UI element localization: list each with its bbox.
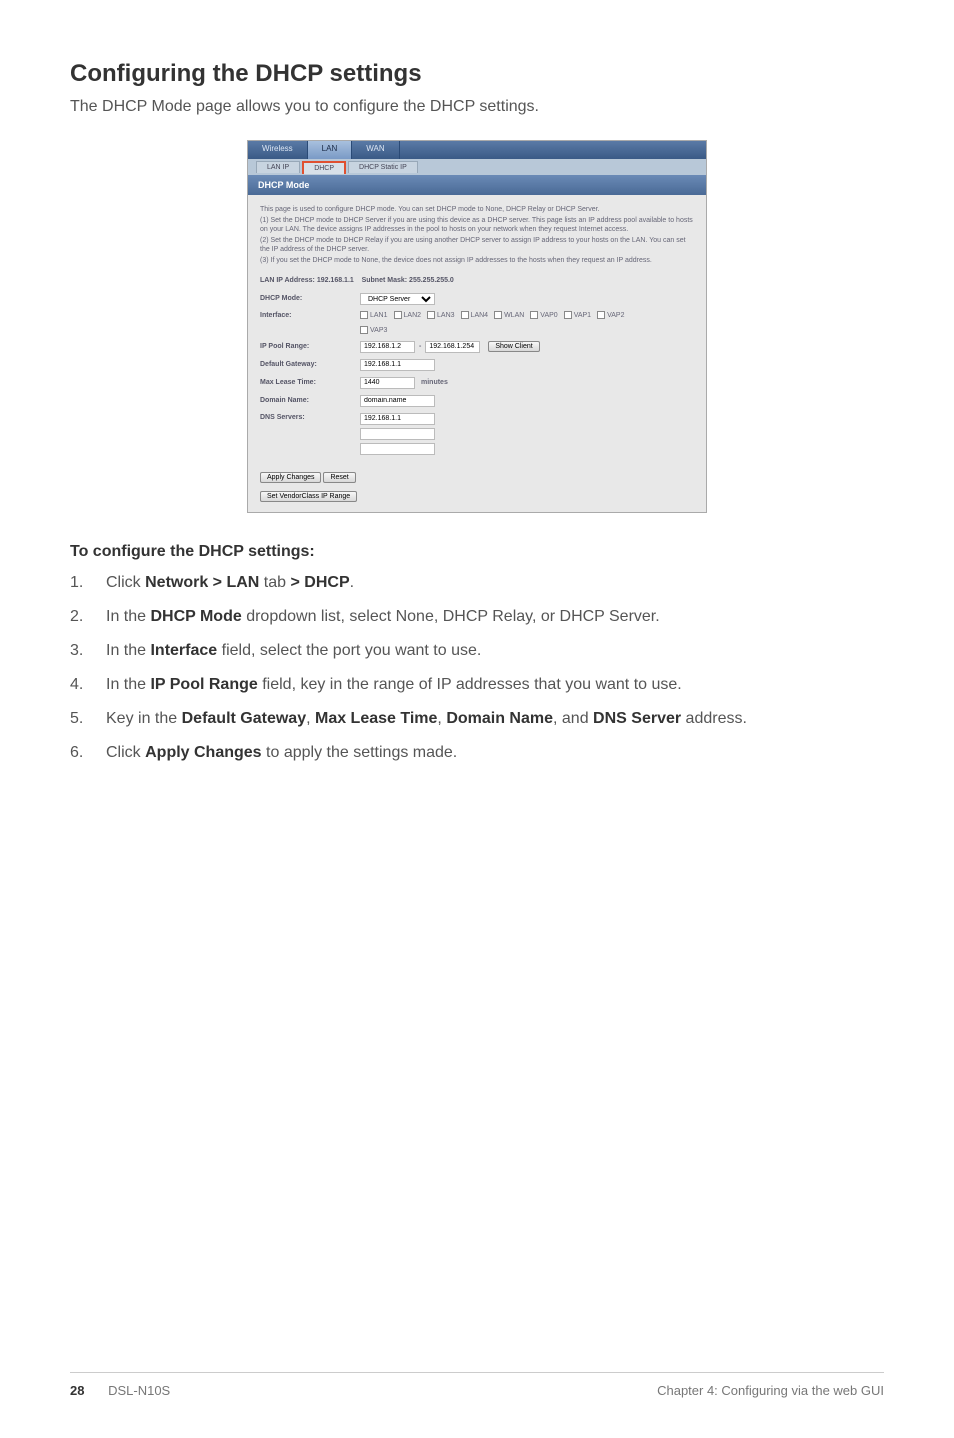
pool-dash: -: [419, 342, 421, 351]
input-dns-1[interactable]: [360, 413, 435, 425]
step-text-5: Key in the Default Gateway, Max Lease Ti…: [106, 707, 884, 731]
desc-3: (2) Set the DHCP mode to DHCP Relay if y…: [260, 236, 694, 254]
cb-lan4[interactable]: LAN4: [461, 311, 489, 320]
sub-tabs: LAN IP DHCP DHCP Static IP: [248, 159, 706, 175]
lan-ip-value: 192.168.1.1: [317, 277, 354, 284]
step-6: 6. Click Apply Changes to apply the sett…: [70, 741, 884, 765]
label-gateway: Default Gateway:: [260, 360, 360, 369]
cb-vap1[interactable]: VAP1: [564, 311, 591, 320]
cb-lan2[interactable]: LAN2: [394, 311, 422, 320]
step-num-4: 4.: [70, 673, 106, 697]
step-text-2: In the DHCP Mode dropdown list, select N…: [106, 605, 884, 629]
input-lease[interactable]: [360, 377, 415, 389]
label-domain: Domain Name:: [260, 396, 360, 405]
footer-model: DSL-N10S: [108, 1383, 170, 1398]
step-text-6: Click Apply Changes to apply the setting…: [106, 741, 884, 765]
row-interface: Interface: LAN1 LAN2 LAN3 LAN4 WLAN VAP0…: [260, 311, 694, 335]
desc-1: This page is used to configure DHCP mode…: [260, 205, 694, 214]
tab-wan[interactable]: WAN: [352, 141, 399, 159]
label-ip-pool: IP Pool Range:: [260, 342, 360, 351]
panel-body: This page is used to configure DHCP mode…: [248, 195, 706, 512]
lan-ip-label: LAN IP Address:: [260, 277, 315, 284]
step-text-3: In the Interface field, select the port …: [106, 639, 884, 663]
tab-wireless[interactable]: Wireless: [248, 141, 308, 159]
label-dns: DNS Servers:: [260, 413, 360, 422]
input-pool-to[interactable]: [425, 341, 480, 353]
step-text-4: In the IP Pool Range field, key in the r…: [106, 673, 884, 697]
row-ip-pool: IP Pool Range: - Show Client: [260, 341, 694, 353]
cb-lan1[interactable]: LAN1: [360, 311, 388, 320]
subtab-lanip[interactable]: LAN IP: [256, 161, 300, 173]
reset-button[interactable]: Reset: [323, 472, 355, 483]
panel-title: DHCP Mode: [248, 175, 706, 195]
subnet-label: Subnet Mask:: [362, 277, 408, 284]
show-client-button[interactable]: Show Client: [488, 341, 539, 352]
row-dhcp-mode: DHCP Mode: DHCP Server: [260, 293, 694, 305]
step-3: 3. In the Interface field, select the po…: [70, 639, 884, 663]
input-dns-2[interactable]: [360, 428, 435, 440]
label-interface: Interface:: [260, 311, 360, 320]
step-text-1: Click Network > LAN tab > DHCP.: [106, 571, 884, 595]
label-lease: Max Lease Time:: [260, 378, 360, 387]
step-5: 5. Key in the Default Gateway, Max Lease…: [70, 707, 884, 731]
instructions-list: 1. Click Network > LAN tab > DHCP. 2. In…: [70, 571, 884, 765]
row-domain: Domain Name:: [260, 395, 694, 407]
row-lease: Max Lease Time: minutes: [260, 377, 694, 389]
desc-4: (3) If you set the DHCP mode to None, th…: [260, 256, 694, 265]
step-4: 4. In the IP Pool Range field, key in th…: [70, 673, 884, 697]
step-num-5: 5.: [70, 707, 106, 731]
subtab-static[interactable]: DHCP Static IP: [348, 161, 418, 173]
vendor-row: Set VendorClass IP Range: [260, 491, 694, 502]
lease-unit: minutes: [421, 378, 448, 387]
top-tabs: Wireless LAN WAN: [248, 141, 706, 159]
dhcp-screenshot: Wireless LAN WAN LAN IP DHCP DHCP Static…: [247, 140, 707, 513]
cb-lan3[interactable]: LAN3: [427, 311, 455, 320]
vendor-class-button[interactable]: Set VendorClass IP Range: [260, 491, 357, 502]
cb-vap2[interactable]: VAP2: [597, 311, 624, 320]
page-heading: Configuring the DHCP settings: [70, 60, 884, 88]
step-num-2: 2.: [70, 605, 106, 629]
apply-changes-button[interactable]: Apply Changes: [260, 472, 321, 483]
input-pool-from[interactable]: [360, 341, 415, 353]
page-footer: 28 DSL-N10S Chapter 4: Configuring via t…: [70, 1372, 884, 1398]
tab-lan[interactable]: LAN: [308, 141, 353, 159]
instructions-heading: To configure the DHCP settings:: [70, 543, 884, 561]
cb-wlan[interactable]: WLAN: [494, 311, 524, 320]
footer-chapter: Chapter 4: Configuring via the web GUI: [657, 1383, 884, 1398]
step-num-3: 3.: [70, 639, 106, 663]
input-gateway[interactable]: [360, 359, 435, 371]
input-dns-3[interactable]: [360, 443, 435, 455]
intro-text: The DHCP Mode page allows you to configu…: [70, 98, 884, 116]
select-dhcp-mode[interactable]: DHCP Server: [360, 293, 435, 305]
subnet-value: 255.255.255.0: [409, 277, 454, 284]
cb-vap3[interactable]: VAP3: [360, 326, 387, 335]
subtab-dhcp[interactable]: DHCP: [302, 161, 346, 174]
label-dhcp-mode: DHCP Mode:: [260, 294, 360, 303]
page-number: 28: [70, 1383, 84, 1398]
step-num-1: 1.: [70, 571, 106, 595]
interface-checkboxes: LAN1 LAN2 LAN3 LAN4 WLAN VAP0 VAP1 VAP2 …: [360, 311, 640, 335]
row-dns: DNS Servers:: [260, 413, 694, 458]
bottom-buttons: Apply Changes Reset: [260, 472, 694, 483]
step-1: 1. Click Network > LAN tab > DHCP.: [70, 571, 884, 595]
step-2: 2. In the DHCP Mode dropdown list, selec…: [70, 605, 884, 629]
input-domain[interactable]: [360, 395, 435, 407]
screenshot-container: Wireless LAN WAN LAN IP DHCP DHCP Static…: [70, 140, 884, 513]
step-num-6: 6.: [70, 741, 106, 765]
cb-vap0[interactable]: VAP0: [530, 311, 557, 320]
lan-ip-line: LAN IP Address: 192.168.1.1 Subnet Mask:…: [260, 276, 694, 285]
row-gateway: Default Gateway:: [260, 359, 694, 371]
desc-2: (1) Set the DHCP mode to DHCP Server if …: [260, 216, 694, 234]
